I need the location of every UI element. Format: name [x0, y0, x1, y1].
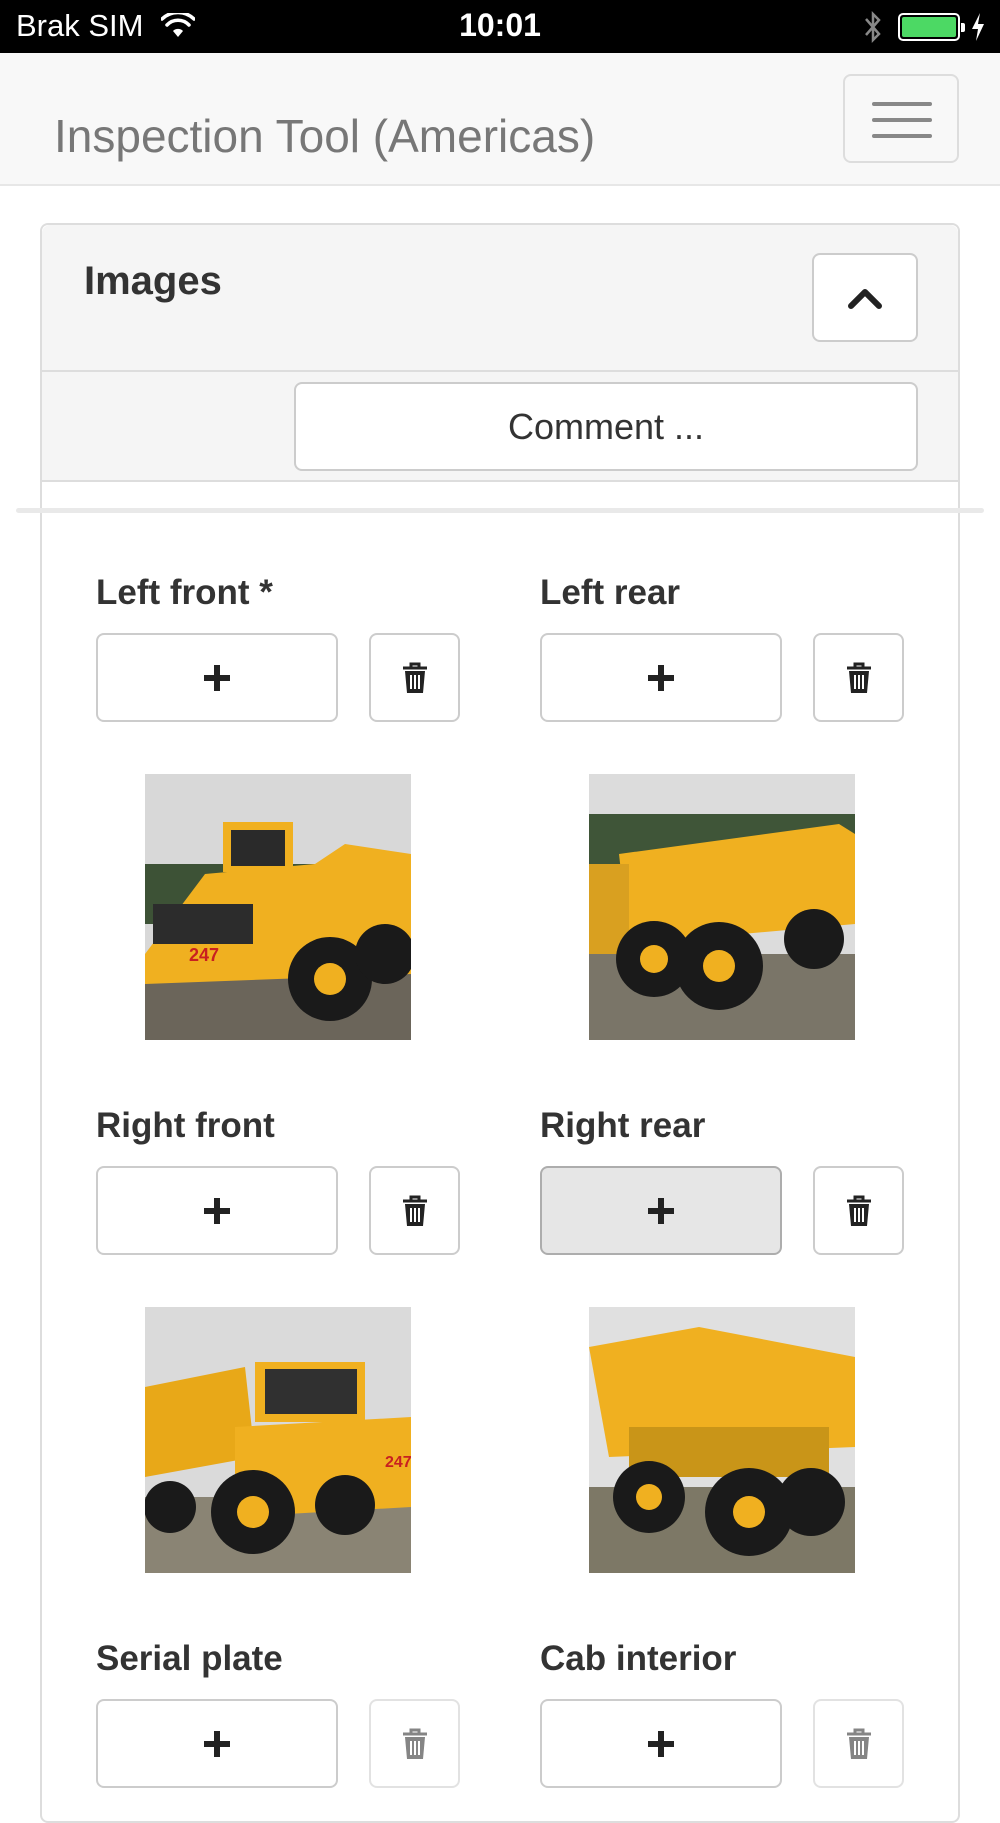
comment-button[interactable]: Comment ...	[294, 382, 918, 471]
trash-icon	[846, 662, 871, 693]
battery-icon	[898, 13, 965, 41]
trash-icon	[846, 1728, 871, 1759]
panel-heading: Images	[42, 225, 958, 372]
plus-icon	[648, 664, 674, 691]
chevron-up-icon	[848, 288, 882, 309]
delete-image-button[interactable]	[369, 1699, 460, 1788]
comment-row: Comment ...	[42, 372, 958, 482]
svg-text:247: 247	[189, 945, 219, 965]
divider	[16, 508, 984, 513]
hamburger-icon	[872, 102, 932, 106]
charging-icon	[972, 13, 984, 41]
slot-label: Left front *	[96, 573, 273, 612]
slot-label: Cab interior	[540, 1639, 737, 1678]
delete-image-button[interactable]	[369, 633, 460, 722]
add-image-button[interactable]	[540, 1699, 782, 1788]
delete-image-button[interactable]	[813, 633, 904, 722]
delete-image-button[interactable]	[369, 1166, 460, 1255]
panel-title: Images	[84, 259, 222, 303]
svg-text:247: 247	[385, 1454, 411, 1471]
status-bar: Brak SIM 10:01	[0, 0, 1000, 53]
trash-icon	[402, 662, 427, 693]
add-image-button[interactable]	[540, 633, 782, 722]
collapse-button[interactable]	[812, 253, 918, 342]
right-rear-photo[interactable]	[589, 1307, 855, 1573]
battery-level	[902, 17, 956, 37]
delete-image-button[interactable]	[813, 1166, 904, 1255]
left-front-photo[interactable]: 247	[145, 774, 411, 1040]
app-brand[interactable]: Inspection Tool (Americas)	[54, 109, 595, 163]
slot-label: Left rear	[540, 573, 681, 612]
slot-label: Right rear	[540, 1106, 706, 1145]
slot-label: Serial plate	[96, 1639, 283, 1678]
plus-icon	[204, 1730, 230, 1757]
delete-image-button[interactable]	[813, 1699, 904, 1788]
navbar: Inspection Tool (Americas)	[0, 53, 1000, 186]
menu-toggle-button[interactable]	[843, 74, 959, 163]
slot-label: Right front	[96, 1106, 275, 1145]
add-image-button[interactable]	[96, 1166, 338, 1255]
add-image-button[interactable]	[96, 1699, 338, 1788]
trash-icon	[846, 1195, 871, 1226]
add-image-button[interactable]	[540, 1166, 782, 1255]
plus-icon	[204, 664, 230, 691]
plus-icon	[204, 1197, 230, 1224]
add-image-button[interactable]	[96, 633, 338, 722]
left-rear-photo[interactable]	[589, 774, 855, 1040]
trash-icon	[402, 1195, 427, 1226]
clock: 10:01	[459, 7, 541, 43]
plus-icon	[648, 1730, 674, 1757]
trash-icon	[402, 1728, 427, 1759]
bluetooth-icon	[865, 10, 881, 44]
status-icons	[862, 10, 986, 44]
right-front-photo[interactable]: 247	[145, 1307, 411, 1573]
plus-icon	[648, 1197, 674, 1224]
